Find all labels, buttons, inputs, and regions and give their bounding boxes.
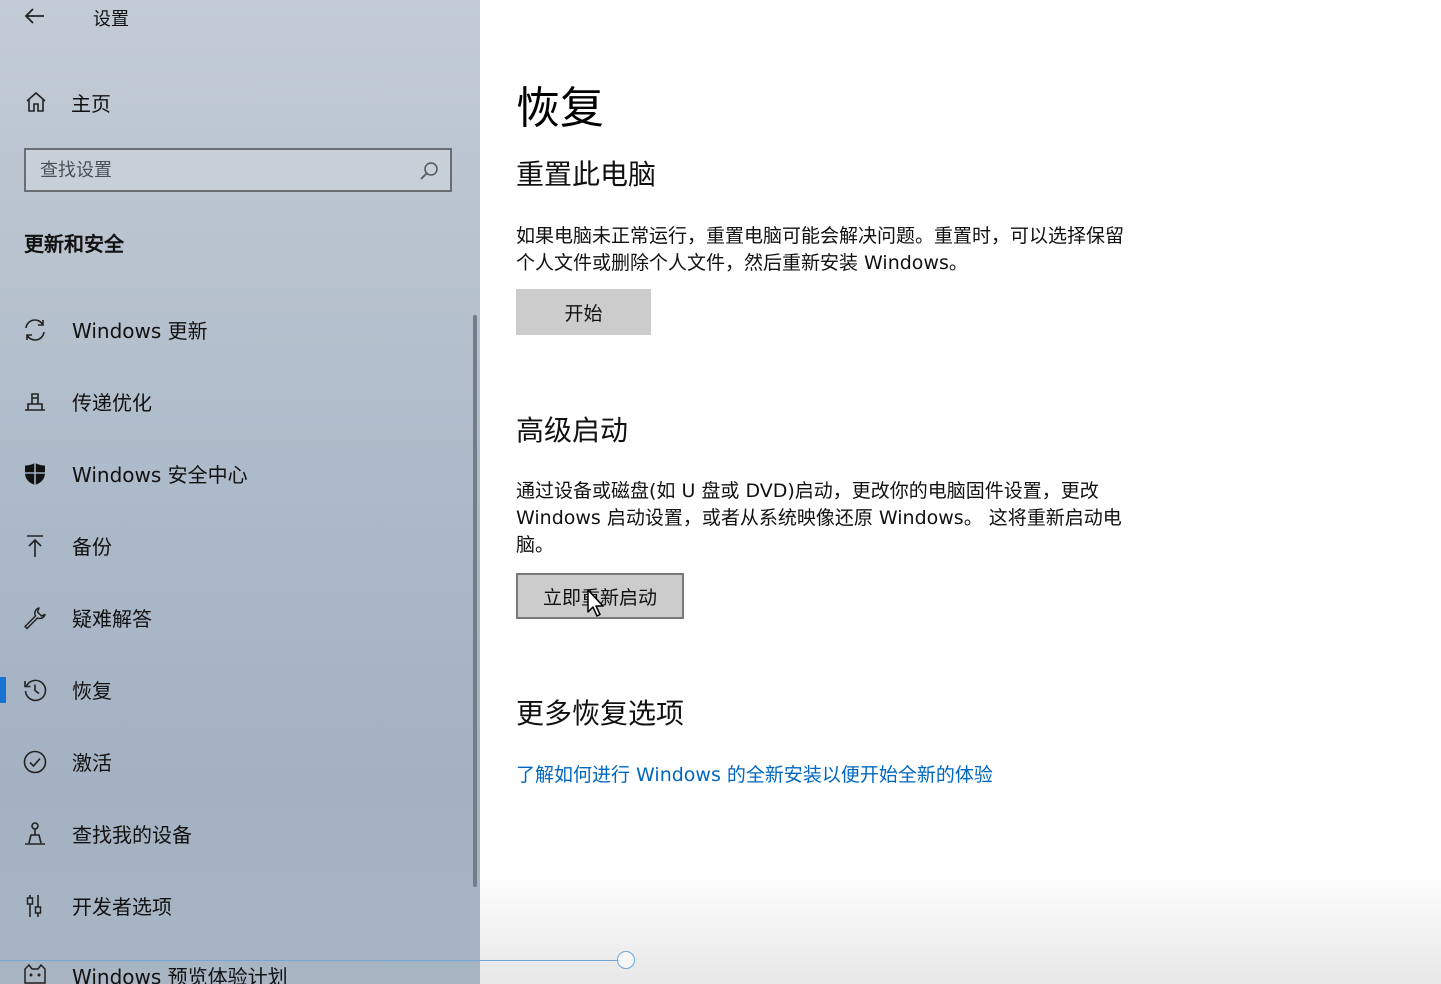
advanced-startup-heading: 高级启动 <box>516 414 629 447</box>
sidebar-item-delivery-optimization[interactable]: 传递优化 <box>0 377 470 425</box>
mouse-cursor-icon <box>587 589 604 617</box>
shield-icon <box>22 461 48 487</box>
back-button[interactable] <box>0 0 70 32</box>
sidebar-item-label: 备份 <box>72 534 112 559</box>
sidebar-item-recovery[interactable]: 恢复 <box>0 665 470 713</box>
person-location-icon <box>22 821 48 847</box>
main-content: 恢复 重置此电脑 如果电脑未正常运行，重置电脑可能会解决问题。重置时，可以选择保… <box>480 0 1441 984</box>
sidebar-item-label: 开发者选项 <box>72 894 172 919</box>
search-box[interactable] <box>24 148 452 192</box>
sidebar: 设置 主页 更新和安全 Windows 更新 <box>0 0 480 984</box>
sidebar-item-label: Windows 安全中心 <box>72 462 248 487</box>
reset-description: 如果电脑未正常运行，重置电脑可能会解决问题。重置时，可以选择保留 个人文件或删除… <box>516 223 1206 277</box>
developer-sliders-icon <box>22 893 48 919</box>
reset-description-line: 个人文件或删除个人文件，然后重新安装 Windows。 <box>516 252 968 274</box>
reset-heading: 重置此电脑 <box>516 158 657 191</box>
sidebar-item-developer-options[interactable]: 开发者选项 <box>0 881 470 929</box>
sidebar-item-label: Windows 预览体验计划 <box>72 964 288 984</box>
search-icon[interactable] <box>418 160 440 186</box>
sidebar-item-backup[interactable]: 备份 <box>0 521 470 569</box>
page-title: 恢复 <box>516 83 604 134</box>
sidebar-item-find-my-device[interactable]: 查找我的设备 <box>0 809 470 857</box>
sidebar-scrollbar[interactable] <box>473 315 477 887</box>
reset-start-button[interactable]: 开始 <box>516 289 651 335</box>
sidebar-item-label: 恢复 <box>72 678 112 703</box>
advanced-description-line: 脑。 <box>516 534 555 556</box>
home-link[interactable]: 主页 <box>24 86 111 118</box>
sidebar-item-label: Windows 更新 <box>72 318 208 343</box>
app-title: 设置 <box>93 9 129 30</box>
sidebar-item-troubleshoot[interactable]: 疑难解答 <box>0 593 470 641</box>
home-icon <box>26 91 46 112</box>
insider-cat-icon <box>22 963 48 984</box>
reset-description-line: 如果电脑未正常运行，重置电脑可能会解决问题。重置时，可以选择保留 <box>516 225 1125 247</box>
advanced-startup-description: 通过设备或磁盘(如 U 盘或 DVD)启动，更改你的电脑固件设置，更改 Wind… <box>516 478 1206 559</box>
advanced-description-line: Windows 启动设置，或者从系统映像还原 Windows。 这将重新启动电 <box>516 507 1122 529</box>
wrench-icon <box>22 605 48 631</box>
back-arrow-icon <box>24 8 44 24</box>
search-input[interactable] <box>40 150 400 190</box>
sidebar-item-label: 传递优化 <box>72 390 152 415</box>
delivery-optimization-icon <box>22 389 48 415</box>
advanced-description-line: 通过设备或磁盘(如 U 盘或 DVD)启动，更改你的电脑固件设置，更改 <box>516 480 1099 502</box>
video-progress-track[interactable] <box>0 960 620 961</box>
sidebar-item-windows-update[interactable]: Windows 更新 <box>0 305 470 353</box>
sidebar-item-label: 疑难解答 <box>72 606 152 631</box>
check-circle-icon <box>22 749 48 775</box>
refresh-icon <box>22 317 48 343</box>
sidebar-item-insider-program[interactable]: Windows 预览体验计划 <box>0 951 470 984</box>
section-title: 更新和安全 <box>24 232 124 256</box>
clean-install-link[interactable]: 了解如何进行 Windows 的全新安装以便开始全新的体验 <box>516 760 993 787</box>
sidebar-item-label: 查找我的设备 <box>72 822 192 847</box>
sidebar-item-windows-security[interactable]: Windows 安全中心 <box>0 449 470 497</box>
sidebar-item-label: 激活 <box>72 750 112 775</box>
home-label: 主页 <box>71 91 111 116</box>
video-progress-knob[interactable] <box>617 951 635 969</box>
history-icon <box>22 677 48 703</box>
backup-arrow-icon <box>22 533 48 559</box>
more-recovery-heading: 更多恢复选项 <box>516 697 685 730</box>
sidebar-item-activation[interactable]: 激活 <box>0 737 470 785</box>
